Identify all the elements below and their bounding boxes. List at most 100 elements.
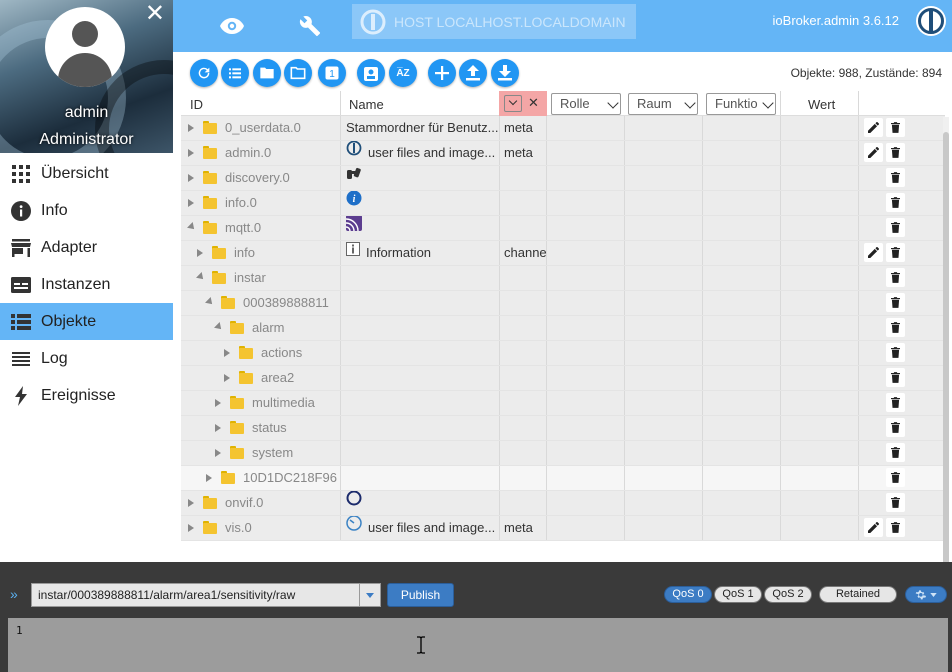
delete-button[interactable] [886, 343, 905, 362]
download-button[interactable] [491, 59, 519, 87]
sidebar-item-info[interactable]: Info [0, 192, 173, 229]
delete-button[interactable] [886, 193, 905, 212]
expand-arrow-icon[interactable] [215, 424, 221, 432]
table-header: ID Name ✕ Rolle Raum Funktio Wert [181, 91, 945, 116]
table-row[interactable]: discovery.0 [181, 166, 945, 191]
table-row[interactable]: mqtt.0 [181, 216, 945, 241]
expand-arrow-icon[interactable] [215, 449, 221, 457]
publish-button[interactable]: Publish [387, 583, 454, 607]
gear-icon [915, 589, 927, 599]
eye-icon[interactable] [214, 8, 250, 44]
table-row[interactable]: actions [181, 341, 945, 366]
sort-az-button[interactable]: A̅Z [389, 59, 417, 87]
expand-arrow-icon[interactable] [197, 249, 203, 257]
expand-arrow-icon[interactable] [215, 399, 221, 407]
sidebar-item-instanzen[interactable]: Instanzen [0, 266, 173, 303]
collapse-arrow-icon[interactable] [214, 322, 224, 332]
type-filter-dropdown[interactable] [504, 95, 522, 112]
delete-button[interactable] [886, 468, 905, 487]
expand-arrow-icon[interactable] [188, 499, 194, 507]
table-row[interactable]: 000389888811 [181, 291, 945, 316]
table-row[interactable]: info.0 i [181, 191, 945, 216]
columns-button[interactable] [357, 59, 385, 87]
object-name [344, 366, 498, 390]
table-row[interactable]: 0_userdata.0 Stammordner für Benutz... met… [181, 116, 945, 141]
table-row[interactable]: status [181, 416, 945, 441]
delete-button[interactable] [886, 293, 905, 312]
table-row[interactable]: onvif.0 [181, 491, 945, 516]
delete-button[interactable] [886, 243, 905, 262]
publish-settings-button[interactable] [905, 586, 947, 603]
delete-button[interactable] [886, 393, 905, 412]
retained-button[interactable]: Retained [819, 586, 897, 603]
delete-button[interactable] [886, 168, 905, 187]
delete-button[interactable] [886, 418, 905, 437]
sidebar-item--bersicht[interactable]: Übersicht [0, 155, 173, 192]
table-row[interactable]: system [181, 441, 945, 466]
table-row[interactable]: 10D1DC218F96 [181, 466, 945, 491]
edit-button[interactable] [864, 518, 883, 537]
upload-button[interactable] [459, 59, 487, 87]
panel-toggle-icon[interactable]: » [10, 586, 18, 602]
sidebar-item-objekte[interactable]: Objekte [0, 303, 173, 340]
collapse-arrow-icon[interactable] [187, 222, 197, 232]
topic-input[interactable]: instar/000389888811/alarm/area1/sensitiv… [31, 583, 381, 607]
expand-arrow-icon[interactable] [224, 349, 230, 357]
table-row[interactable]: instar [181, 266, 945, 291]
wrench-icon[interactable] [292, 8, 328, 44]
sidebar-item-log[interactable]: Log [0, 340, 173, 377]
expand-arrow-icon[interactable] [188, 124, 194, 132]
table-row[interactable]: alarm [181, 316, 945, 341]
expand-arrow-icon[interactable] [206, 474, 212, 482]
expand-arrow-icon[interactable] [188, 149, 194, 157]
table-row[interactable]: info Information channe [181, 241, 945, 266]
table-row[interactable]: multimedia [181, 391, 945, 416]
bolt-icon [0, 385, 41, 406]
add-object-button[interactable] [428, 59, 456, 87]
table-row[interactable]: admin.0 user files and image... meta [181, 141, 945, 166]
expand-arrow-icon[interactable] [188, 524, 194, 532]
expand-folders-button[interactable] [253, 59, 281, 87]
delete-button[interactable] [886, 368, 905, 387]
collapse-folders-button[interactable] [284, 59, 312, 87]
host-select[interactable]: HOST LOCALHOST.LOCALDOMAIN [352, 4, 636, 39]
edit-button[interactable] [864, 243, 883, 262]
sidebar-item-ereignisse[interactable]: Ereignisse [0, 377, 173, 414]
delete-button[interactable] [886, 318, 905, 337]
sidebar-item-adapter[interactable]: Adapter [0, 229, 173, 266]
trash-icon [891, 122, 900, 133]
edit-button[interactable] [864, 143, 883, 162]
collapse-arrow-icon[interactable] [205, 297, 215, 307]
object-type [504, 441, 548, 465]
qos1-button[interactable]: QoS 1 [714, 586, 762, 603]
object-id: alarm [252, 320, 285, 335]
folder-icon [203, 121, 217, 134]
expand-arrow-icon[interactable] [224, 374, 230, 382]
expand-level-button[interactable]: 1 [318, 59, 346, 87]
delete-button[interactable] [886, 518, 905, 537]
message-textarea[interactable]: 1 [8, 618, 948, 672]
role-filter[interactable]: Rolle [551, 93, 621, 115]
delete-button[interactable] [886, 143, 905, 162]
room-filter[interactable]: Raum [628, 93, 698, 115]
refresh-button[interactable] [190, 59, 218, 87]
table-row[interactable]: vis.0 user files and image... meta [181, 516, 945, 541]
delete-button[interactable] [886, 493, 905, 512]
edit-button[interactable] [864, 118, 883, 137]
delete-button[interactable] [886, 268, 905, 287]
clear-filter-icon[interactable]: ✕ [528, 95, 539, 111]
delete-button[interactable] [886, 118, 905, 137]
expand-arrow-icon[interactable] [188, 174, 194, 182]
delete-button[interactable] [886, 218, 905, 237]
function-filter[interactable]: Funktio [706, 93, 776, 115]
table-row[interactable]: area2 [181, 366, 945, 391]
expand-arrow-icon[interactable] [188, 199, 194, 207]
collapse-arrow-icon[interactable] [196, 272, 206, 282]
qos0-button[interactable]: QoS 0 [664, 586, 712, 603]
topic-dropdown-icon[interactable] [359, 584, 380, 606]
qos2-button[interactable]: QoS 2 [764, 586, 812, 603]
close-drawer-icon[interactable]: ✕ [145, 2, 165, 26]
list-view-button[interactable] [221, 59, 249, 87]
table-scrollbar[interactable] [943, 117, 949, 572]
delete-button[interactable] [886, 443, 905, 462]
